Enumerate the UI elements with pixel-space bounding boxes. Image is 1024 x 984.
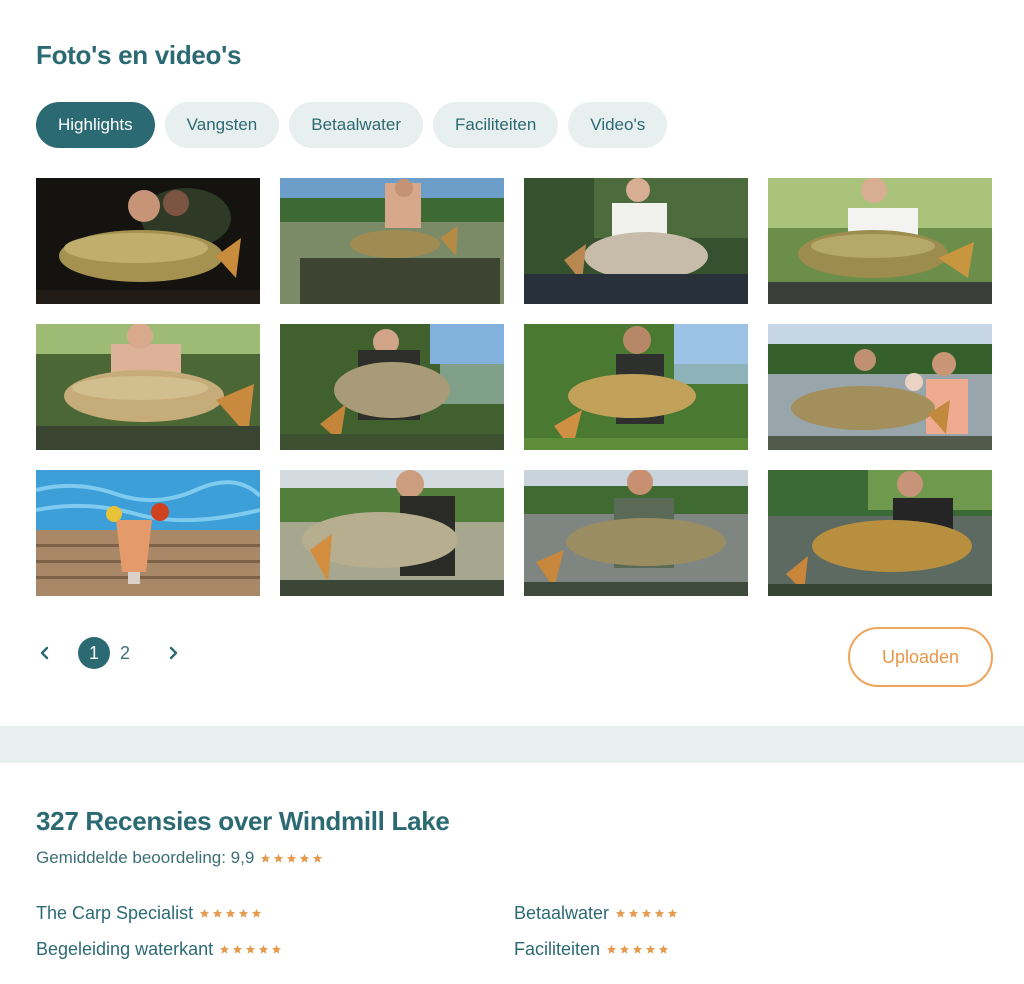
gallery-title: Foto's en video's xyxy=(36,40,242,70)
photo-thumbnail[interactable] xyxy=(524,324,748,450)
photo-thumbnail[interactable] xyxy=(280,324,504,450)
star-icon xyxy=(246,944,256,954)
star-icon xyxy=(225,908,236,918)
star-icon xyxy=(300,853,310,863)
photo-thumbnail[interactable] xyxy=(36,178,260,304)
rating-category-label: Begeleiding waterkant xyxy=(36,939,214,959)
prev-page-button[interactable] xyxy=(36,637,54,669)
photo-thumbnail[interactable] xyxy=(36,470,260,596)
tab-vangsten[interactable]: Vangsten xyxy=(164,102,280,148)
star-icon xyxy=(251,908,262,918)
rating-category-label: Betaalwater xyxy=(514,903,610,923)
star-icon xyxy=(238,908,249,918)
photo-thumbnail[interactable] xyxy=(768,324,992,450)
rating-category: The Carp Specialist xyxy=(36,903,262,924)
star-icon xyxy=(645,944,656,954)
star-icon xyxy=(233,944,243,954)
photo-thumbnail[interactable] xyxy=(280,178,504,304)
pagination: 1 2 xyxy=(36,637,182,669)
tab-betaalwater[interactable]: Betaalwater xyxy=(289,102,424,148)
star-rating xyxy=(219,944,282,955)
star-icon xyxy=(654,908,665,918)
star-icon xyxy=(628,908,639,918)
star-icon xyxy=(212,908,223,918)
rating-category-label: The Carp Specialist xyxy=(36,903,194,923)
star-rating xyxy=(615,908,678,919)
star-icon xyxy=(199,908,210,918)
star-icon xyxy=(658,944,669,954)
section-divider xyxy=(0,726,1024,763)
star-icon xyxy=(619,944,630,954)
tab-faciliteiten[interactable]: Faciliteiten xyxy=(433,102,559,148)
average-rating: Gemiddelde beoordeling: 9,9 xyxy=(36,848,323,868)
star-icon xyxy=(287,853,297,863)
star-rating xyxy=(606,944,669,955)
chevron-right-icon xyxy=(169,646,178,660)
star-icon xyxy=(261,853,271,863)
star-icon xyxy=(272,944,282,954)
star-icon xyxy=(615,908,626,918)
photo-thumbnail[interactable] xyxy=(36,324,260,450)
rating-category: Betaalwater xyxy=(514,903,678,924)
tab-videos[interactable]: Video's xyxy=(568,102,668,148)
star-icon xyxy=(632,944,643,954)
photo-thumbnail[interactable] xyxy=(524,470,748,596)
rating-category: Faciliteiten xyxy=(514,939,669,960)
star-rating xyxy=(260,853,323,864)
photo-grid xyxy=(36,178,992,596)
tab-highlights[interactable]: Highlights xyxy=(36,102,155,148)
average-rating-label: Gemiddelde beoordeling: 9,9 xyxy=(36,848,255,867)
rating-category-label: Faciliteiten xyxy=(514,939,601,959)
star-icon xyxy=(313,853,323,863)
star-rating xyxy=(199,908,262,919)
page-2-button[interactable]: 2 xyxy=(120,643,130,664)
star-icon xyxy=(667,908,678,918)
chevron-left-icon xyxy=(40,646,49,660)
star-icon xyxy=(606,944,617,954)
photo-thumbnail[interactable] xyxy=(524,178,748,304)
photo-thumbnail[interactable] xyxy=(768,470,992,596)
next-page-button[interactable] xyxy=(164,637,182,669)
photo-thumbnail[interactable] xyxy=(768,178,992,304)
photo-thumbnail[interactable] xyxy=(280,470,504,596)
rating-category: Begeleiding waterkant xyxy=(36,939,282,960)
reviews-title: 327 Recensies over Windmill Lake xyxy=(36,806,450,836)
star-icon xyxy=(259,944,269,954)
gallery-tabs: Highlights Vangsten Betaalwater Facilite… xyxy=(36,102,668,148)
star-icon xyxy=(641,908,652,918)
star-icon xyxy=(220,944,230,954)
star-icon xyxy=(274,853,284,863)
upload-button[interactable]: Uploaden xyxy=(848,627,993,687)
page-1-button[interactable]: 1 xyxy=(78,637,110,669)
